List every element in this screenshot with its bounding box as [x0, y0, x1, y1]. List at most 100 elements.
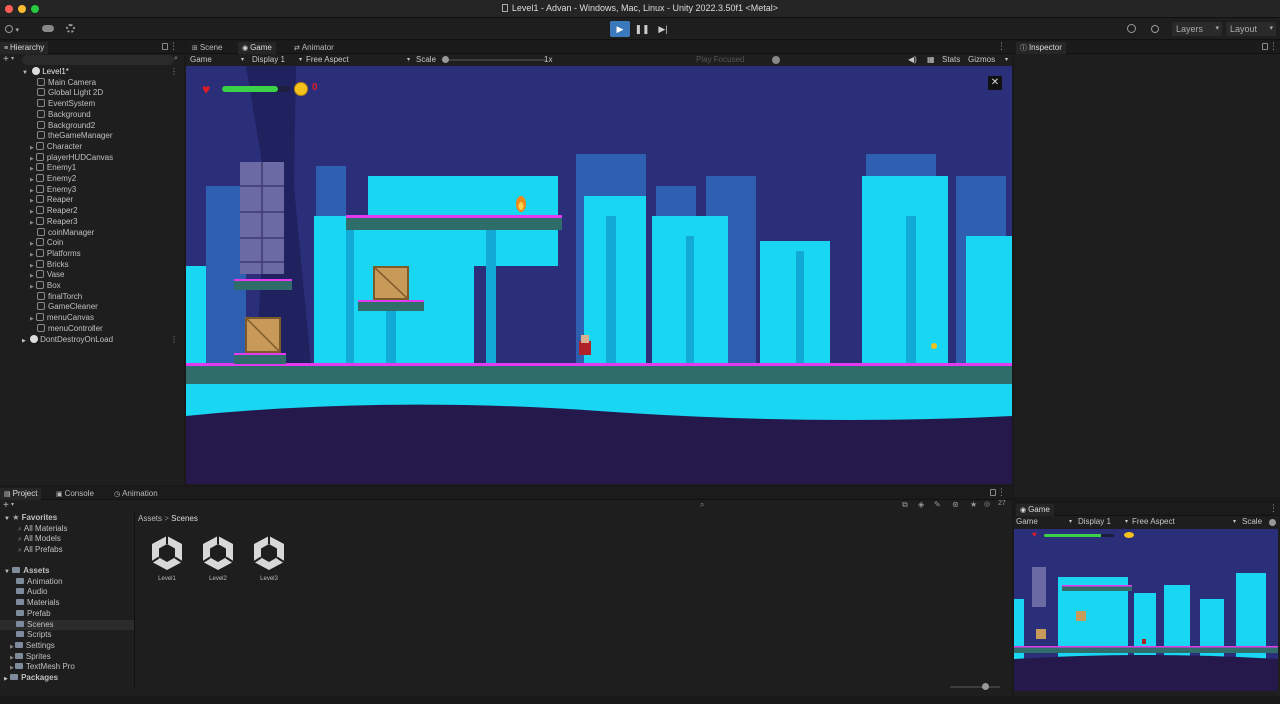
account-button[interactable]: ▾ [5, 22, 19, 36]
kebab-menu-icon[interactable]: ⋮ [1269, 503, 1278, 514]
kebab-menu-icon[interactable]: ⋮ [997, 41, 1006, 52]
hierarchy-item[interactable]: Background2 [0, 120, 95, 132]
hierarchy-item[interactable]: coinManager [0, 227, 94, 239]
tab-scene[interactable]: ⊞ Scene [188, 42, 227, 54]
grid-icon[interactable]: ▦ [927, 54, 935, 66]
hierarchy-item[interactable]: ▶ playerHUDCanvas [0, 152, 113, 164]
tab-animation[interactable]: ◷ Animation [110, 488, 162, 500]
scene-asset-tile[interactable]: Level1 [145, 534, 189, 582]
scene-asset-tile[interactable]: Level3 [247, 534, 291, 582]
lock-icon[interactable] [1262, 43, 1268, 50]
game-mode-dropdown[interactable]: Game ▾ [190, 54, 244, 66]
hierarchy-item[interactable]: Background [0, 109, 91, 121]
favorite-item[interactable]: ⌕ All Models [18, 534, 61, 545]
aspect-dropdown[interactable]: Free Aspect ▾ [306, 54, 410, 66]
hierarchy-item[interactable]: ▶ Enemy3 [0, 184, 76, 196]
mini-mode-dropdown[interactable]: Game ▾ [1016, 516, 1072, 528]
hierarchy-item[interactable]: ▶ Character [0, 141, 82, 153]
scale-slider-handle[interactable] [442, 56, 449, 63]
favorites-header[interactable]: ▼ ★ Favorites [4, 513, 57, 524]
stats-button[interactable]: Stats [942, 54, 960, 66]
filter-label-icon[interactable]: ◈ [918, 500, 924, 509]
tab-hierarchy[interactable]: ≡ Hierarchy [0, 42, 49, 54]
mini-game-viewport[interactable]: ♥ [1014, 529, 1278, 691]
folder-item[interactable]: Scenes [0, 619, 134, 631]
scene-asset-tile[interactable]: Level2 [196, 534, 240, 582]
hierarchy-item[interactable]: ▶ Reaper [0, 195, 73, 206]
gizmos-dropdown[interactable]: Gizmos ▾ [968, 54, 1010, 66]
search-button[interactable] [1151, 22, 1159, 36]
folder-item[interactable]: Prefab [16, 609, 51, 620]
lock-icon[interactable] [162, 43, 168, 50]
tab-mini-game[interactable]: ◉ Game [1016, 504, 1054, 516]
folder-item[interactable]: Scripts [16, 630, 51, 641]
tab-project[interactable]: ▤ Project [0, 488, 42, 500]
step-button[interactable]: ▶| [653, 21, 673, 37]
assets-header[interactable]: ▼ Assets [4, 566, 49, 577]
tab-game[interactable]: ◉ Game [238, 42, 276, 54]
hierarchy-item[interactable]: ▶ Coin [0, 238, 63, 249]
packages-header[interactable]: ▶ Packages [4, 673, 58, 684]
favorite-item[interactable]: ⌕ All Materials [18, 524, 68, 535]
layers-dropdown[interactable]: Layers ▾ [1172, 22, 1222, 36]
hierarchy-item[interactable]: EventSystem [0, 99, 95, 110]
tab-animator[interactable]: ⇄ Animator [290, 42, 338, 54]
tag-icon[interactable]: ✎ [934, 500, 941, 509]
add-object-button[interactable]: + [3, 54, 9, 65]
scale-slider[interactable] [442, 56, 546, 63]
search-filter-icon[interactable]: ⌕ [174, 55, 178, 63]
hierarchy-item[interactable]: ▶ Enemy1 [0, 163, 76, 174]
close-menu-button[interactable]: ✕ [988, 76, 1002, 90]
kebab-menu-icon[interactable]: ⋮ [170, 335, 178, 346]
cloud-button[interactable] [42, 22, 54, 36]
hierarchy-item[interactable]: Global Light 2D [0, 88, 103, 99]
hierarchy-search-input[interactable] [22, 55, 174, 65]
hierarchy-item[interactable]: finalTorch [0, 291, 82, 303]
hierarchy-item[interactable]: ▶ Vase [0, 270, 65, 281]
breadcrumb-assets[interactable]: Assets [138, 514, 162, 523]
project-search-icon[interactable]: ⌕ [700, 500, 704, 510]
history-button[interactable] [1127, 22, 1136, 36]
project-divider[interactable] [134, 512, 135, 688]
layout-dropdown[interactable]: Layout ▾ [1226, 22, 1276, 36]
hierarchy-item[interactable]: GameCleaner [0, 302, 98, 313]
mini-aspect-dropdown[interactable]: Free Aspect ▾ [1132, 516, 1236, 528]
hierarchy-item[interactable]: ▶ menuCanvas [0, 313, 94, 324]
kebab-menu-icon[interactable]: ⋮ [170, 67, 178, 78]
hierarchy-item[interactable]: ▶ Box [0, 281, 61, 292]
star-icon[interactable]: ★ [970, 500, 977, 509]
breadcrumb-scenes[interactable]: Scenes [171, 514, 198, 523]
speaker-icon[interactable]: ◀) [908, 54, 917, 66]
create-asset-button[interactable]: + [3, 500, 9, 511]
mini-scale-slider-handle[interactable] [1269, 519, 1276, 526]
hierarchy-item[interactable]: Main Camera [0, 77, 96, 89]
hierarchy-item[interactable]: ▶ Platforms [0, 248, 81, 260]
filter-type-icon[interactable]: ⧉ [902, 500, 908, 510]
zoom-slider[interactable] [950, 683, 1000, 690]
folder-item[interactable]: ▶ TextMesh Pro [10, 662, 75, 673]
eye-icon[interactable]: ◎ [984, 500, 990, 508]
zoom-slider-handle[interactable] [982, 683, 989, 690]
bug-icon[interactable] [772, 56, 780, 64]
kebab-menu-icon[interactable]: ⋮ [1269, 41, 1278, 52]
folder-item[interactable]: ▶ Sprites [10, 652, 51, 663]
hierarchy-item[interactable]: ▶ Reaper2 [0, 206, 78, 217]
folder-item[interactable]: Materials [16, 598, 59, 609]
mini-display-dropdown[interactable]: Display 1 ▾ [1078, 516, 1128, 528]
kebab-menu-icon[interactable]: ⋮ [169, 41, 178, 52]
hierarchy-item[interactable]: theGameManager [0, 131, 112, 142]
hierarchy-item[interactable]: ▶ Bricks [0, 259, 69, 271]
favorite-item[interactable]: ⌕ All Prefabs [18, 545, 63, 556]
folder-item[interactable]: Audio [16, 587, 47, 598]
play-button[interactable]: ▶ [610, 21, 630, 37]
play-focused-dropdown[interactable]: Play Focused [696, 54, 744, 66]
hierarchy-item[interactable]: ▶ Enemy2 [0, 174, 76, 185]
kebab-menu-icon[interactable]: ⋮ [997, 487, 1006, 498]
game-viewport[interactable]: ♥ 0 ✕ [186, 66, 1012, 484]
lock-icon[interactable] [990, 489, 996, 496]
warning-icon[interactable]: ⊛ [952, 500, 959, 509]
dont-destroy-row[interactable]: ▶ DontDestroyOnLoad ⋮ [0, 335, 184, 346]
scene-root-row[interactable]: ▼ Level1* ⋮ [0, 67, 184, 78]
tab-inspector[interactable]: ⓘ Inspector [1016, 42, 1066, 54]
folder-item[interactable]: ▶ Settings [10, 641, 55, 652]
